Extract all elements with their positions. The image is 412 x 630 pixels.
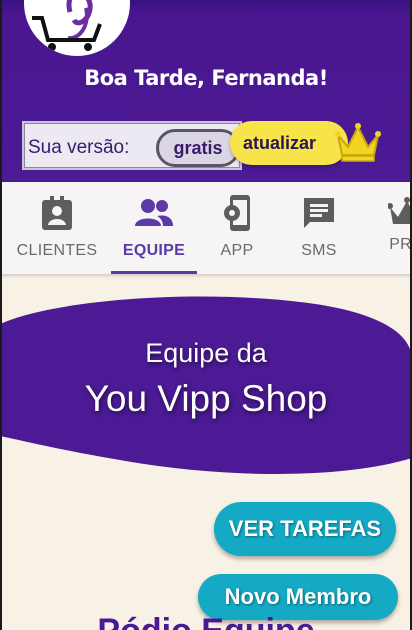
app-header: Boa Tarde, Fernanda! Sua versão: gratis … [0, 0, 412, 182]
upgrade-button[interactable]: atualizar [230, 121, 348, 165]
people-icon [134, 194, 174, 232]
message-icon [299, 194, 339, 232]
view-tasks-button[interactable]: VER TAREFAS [214, 502, 396, 556]
phone-settings-icon [217, 194, 257, 232]
tab-sms[interactable]: SMS [284, 182, 354, 274]
tab-equipe[interactable]: EQUIPE [111, 182, 197, 274]
tab-indicator [111, 271, 197, 274]
podium-title: Pódio Equipe [0, 612, 412, 630]
crown-icon [387, 194, 412, 232]
tab-label: PRO [389, 236, 412, 253]
cart-logo-icon [24, 0, 130, 56]
tab-label: SMS [301, 242, 337, 259]
tab-clientes[interactable]: CLIENTES [10, 182, 104, 274]
version-box: Sua versão: gratis [22, 121, 242, 170]
team-name: You Vipp Shop [84, 378, 328, 419]
tab-label: APP [220, 242, 254, 259]
team-title: Equipe da [145, 338, 267, 368]
version-label: Sua versão: [28, 137, 130, 158]
tab-app[interactable]: APP [204, 182, 270, 274]
contact-badge-icon [37, 194, 77, 232]
tab-pro[interactable]: PRO [372, 182, 412, 274]
plan-badge: gratis [156, 129, 240, 167]
greeting-text: Boa Tarde, Fernanda! [84, 66, 328, 90]
crown-icon[interactable] [334, 121, 382, 163]
tab-label: EQUIPE [122, 242, 186, 259]
tab-label: CLIENTES [16, 242, 98, 259]
tab-bar: CLIENTES EQUIPE APP SMS PR [0, 182, 412, 274]
